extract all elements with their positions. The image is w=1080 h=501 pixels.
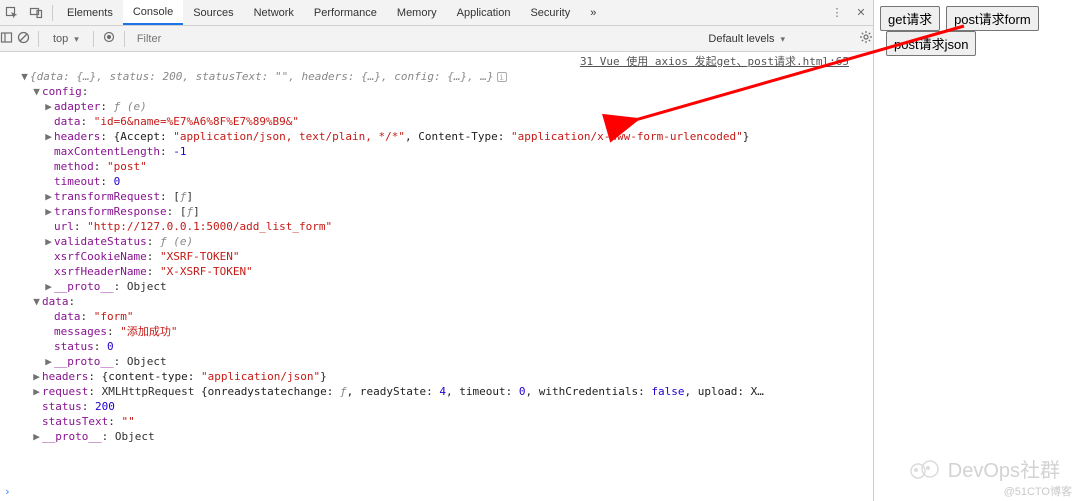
console-line: data: "form" (20, 309, 873, 324)
context-selector[interactable]: top (47, 33, 85, 45)
devtools-tabs: ElementsConsoleSourcesNetworkPerformance… (57, 0, 580, 25)
filter-input[interactable] (133, 30, 253, 48)
console-line: maxContentLength: -1 (20, 144, 873, 159)
inspect-icon[interactable] (0, 0, 24, 25)
watermark: DevOps社群 (908, 454, 1060, 483)
tab-security[interactable]: Security (520, 0, 580, 25)
settings-gear-icon[interactable] (859, 30, 873, 47)
page-content: get请求post请求formpost请求json (874, 0, 1080, 501)
page-button[interactable]: post请求json (886, 31, 976, 56)
tab-elements[interactable]: Elements (57, 0, 123, 25)
console-line: method: "post" (20, 159, 873, 174)
devtools-topbar: ElementsConsoleSourcesNetworkPerformance… (0, 0, 873, 26)
tab-sources[interactable]: Sources (183, 0, 243, 25)
console-line: data: "id=6&name=%E7%A6%8F%E7%89%B9&" (20, 114, 873, 129)
device-toggle-icon[interactable] (24, 0, 48, 25)
console-line[interactable]: ▶transformResponse: [ƒ] (20, 204, 873, 219)
page-button[interactable]: post请求form (946, 6, 1039, 31)
console-line[interactable]: ▶adapter: ƒ (e) (20, 99, 873, 114)
more-tabs[interactable]: » (580, 7, 606, 19)
console-line[interactable]: ▶validateStatus: ƒ (e) (20, 234, 873, 249)
console-line[interactable]: ▶__proto__: Object (20, 354, 873, 369)
console-line[interactable]: ▶__proto__: Object (20, 429, 873, 444)
console-line[interactable]: ▼data: (20, 294, 873, 309)
console-line: xsrfHeaderName: "X-XSRF-TOKEN" (20, 264, 873, 279)
source-link[interactable]: 31 Vue 使用 axios 发起get、post请求.html:65 (0, 54, 873, 69)
console-line[interactable]: ▶request: XMLHttpRequest {onreadystatech… (20, 384, 873, 399)
log-levels-selector[interactable]: Default levels (702, 33, 791, 45)
close-icon[interactable]: ✕ (849, 0, 873, 25)
live-expression-icon[interactable] (102, 30, 116, 47)
console-prompt-icon[interactable]: › (4, 484, 11, 499)
tab-application[interactable]: Application (447, 0, 521, 25)
console-line[interactable]: ▼config: (20, 84, 873, 99)
credit-text: @51CTO博客 (1004, 483, 1072, 499)
console-line[interactable]: ▶__proto__: Object (20, 279, 873, 294)
console-line[interactable]: ▶headers: {Accept: "application/json, te… (20, 129, 873, 144)
console-line[interactable]: ▶headers: {content-type: "application/js… (20, 369, 873, 384)
console-line: status: 0 (20, 339, 873, 354)
console-line: statusText: "" (20, 414, 873, 429)
page-button-row: get请求post请求formpost请求json (880, 6, 1074, 56)
console-line: url: "http://127.0.0.1:5000/add_list_for… (20, 219, 873, 234)
clear-console-icon[interactable] (17, 31, 30, 47)
tab-performance[interactable]: Performance (304, 0, 387, 25)
console-line: xsrfCookieName: "XSRF-TOKEN" (20, 249, 873, 264)
toggle-sidebar-icon[interactable] (0, 31, 13, 47)
context-label: top (53, 33, 68, 45)
kebab-menu-icon[interactable]: ⋮ (825, 0, 849, 25)
tab-console[interactable]: Console (123, 0, 183, 25)
console-toolbar: top Default levels (0, 26, 873, 52)
console-line: timeout: 0 (20, 174, 873, 189)
devtools-panel: ElementsConsoleSourcesNetworkPerformance… (0, 0, 874, 501)
tab-memory[interactable]: Memory (387, 0, 447, 25)
console-line: status: 200 (20, 399, 873, 414)
console-line[interactable]: ▶transformRequest: [ƒ] (20, 189, 873, 204)
console-output: 31 Vue 使用 axios 发起get、post请求.html:65 ▼{d… (0, 52, 873, 501)
page-button[interactable]: get请求 (880, 6, 940, 31)
tab-network[interactable]: Network (244, 0, 304, 25)
console-line[interactable]: ▼{data: {…}, status: 200, statusText: ""… (20, 69, 873, 84)
console-line: messages: "添加成功" (20, 324, 873, 339)
